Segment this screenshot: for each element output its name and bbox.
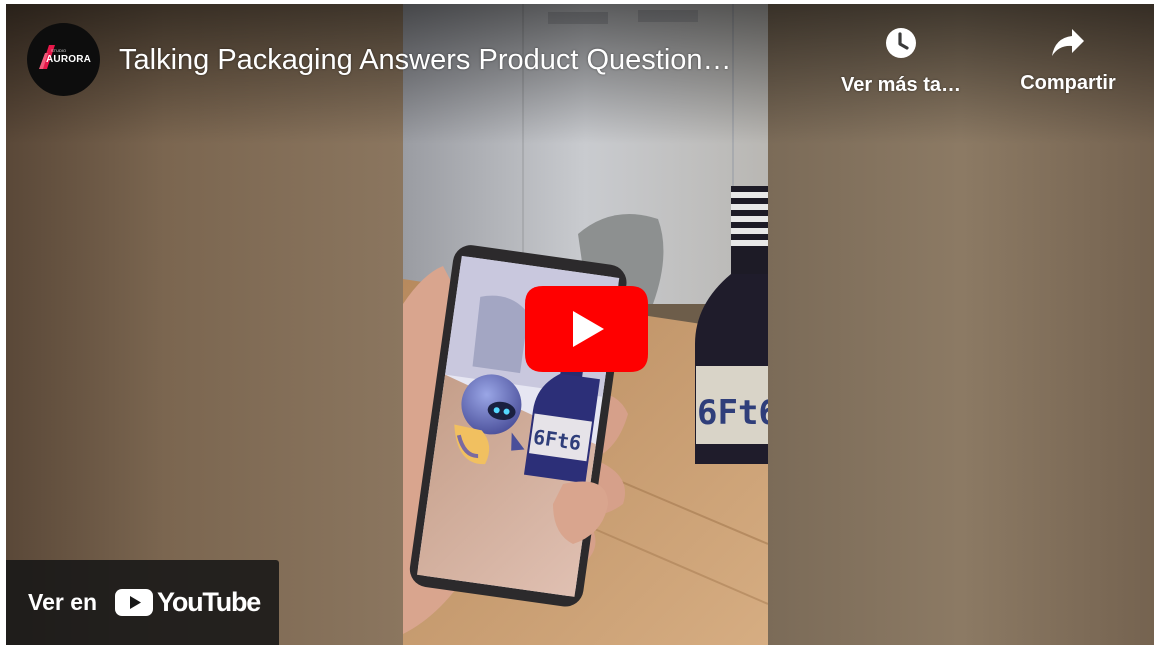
watch-on-youtube-button[interactable]: Ver en YouTube: [6, 560, 279, 645]
share-button[interactable]: Compartir: [998, 26, 1138, 95]
watch-later-label: Ver más ta…: [840, 74, 962, 96]
channel-name: AURORA: [46, 54, 92, 65]
bottle-label-text: 6Ft6: [697, 393, 768, 433]
share-label: Compartir: [1020, 72, 1116, 94]
channel-avatar[interactable]: STUDIO AURORA: [27, 23, 100, 96]
video-title[interactable]: Talking Packaging Answers Product Questi…: [119, 44, 732, 77]
watch-on-prefix: Ver en: [28, 589, 98, 615]
youtube-logo: YouTube: [115, 587, 261, 618]
clock-icon: [886, 28, 916, 58]
youtube-logo-icon: [115, 589, 154, 616]
share-arrow-icon: [1052, 29, 1084, 56]
play-button[interactable]: [525, 286, 648, 372]
channel-tagline: STUDIO: [51, 48, 67, 53]
video-player[interactable]: 6Ft6 6Ft6: [6, 4, 1154, 645]
watch-later-button[interactable]: Ver más ta…: [831, 26, 971, 97]
youtube-wordmark: YouTube: [157, 587, 261, 617]
